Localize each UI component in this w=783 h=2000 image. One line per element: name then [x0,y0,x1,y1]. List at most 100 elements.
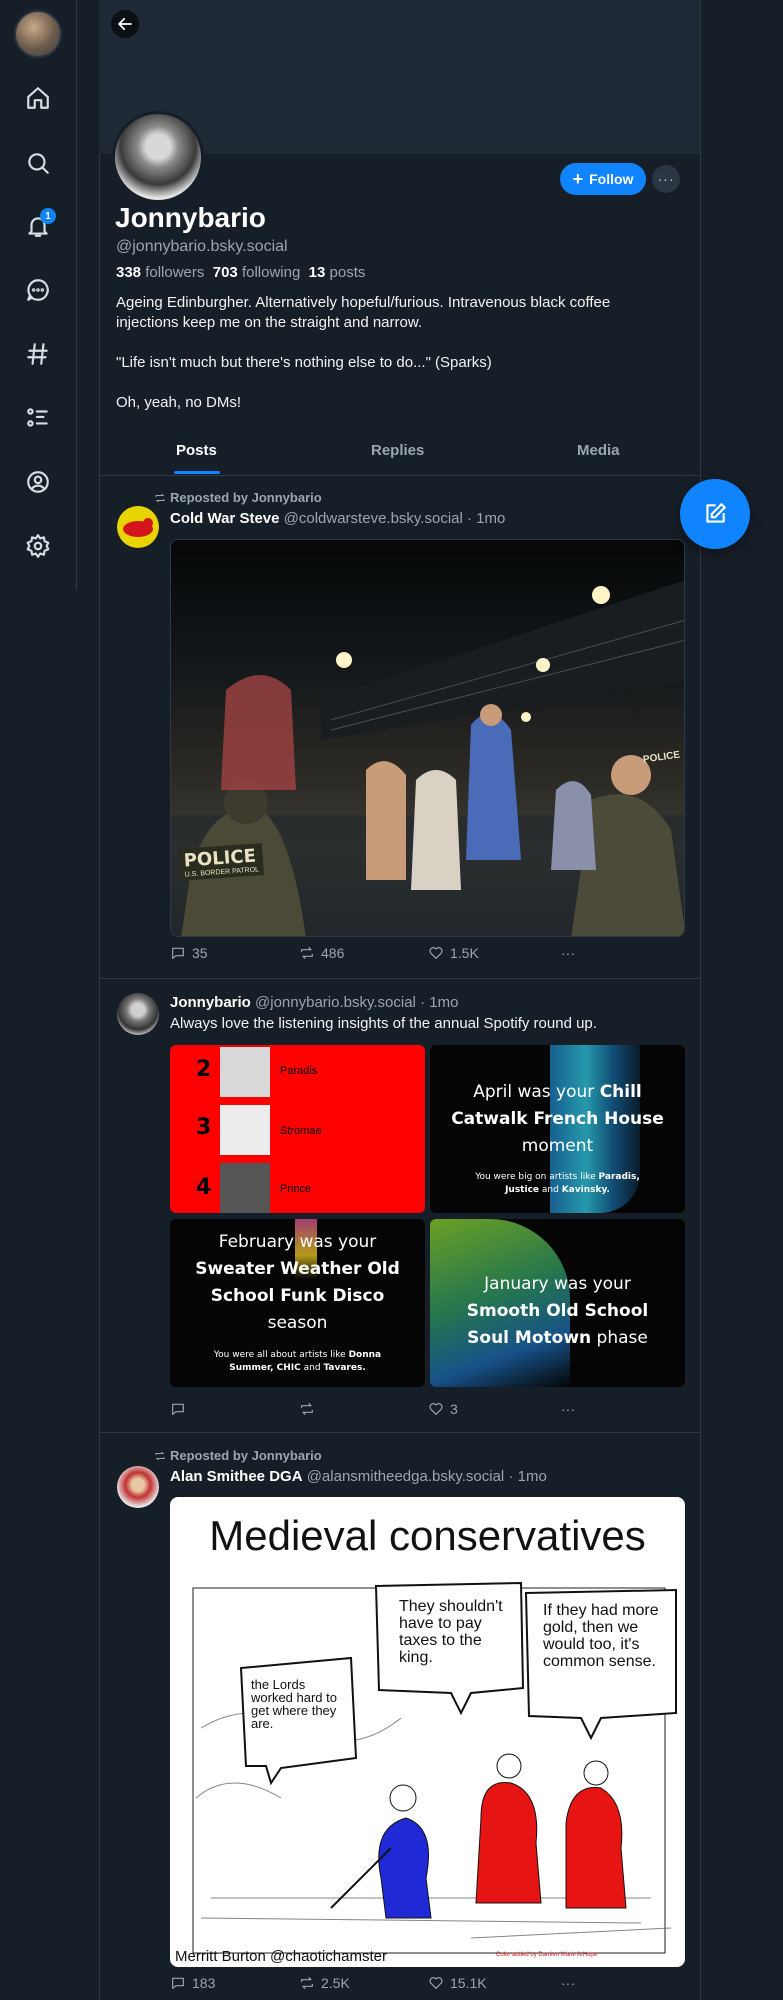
post-time[interactable]: · 1mo [467,510,505,527]
hashtag-icon[interactable] [22,338,54,370]
post-actions: 183 2.5K 15.1K ··· [170,1975,590,1995]
post-author-name[interactable]: Alan Smithee DGA [170,1468,303,1485]
followers-label[interactable]: followers [145,264,204,281]
spotify-tile-april[interactable]: April was your Chill Catwalk French Hous… [430,1045,685,1213]
post-more-button[interactable]: ··· [561,1401,575,1417]
chat-icon[interactable] [22,274,54,306]
album-thumb [220,1047,270,1097]
post-image[interactable]: Medieval conservatives the Lords worked … [170,1497,685,1967]
follow-button[interactable]: + Follow [560,163,646,195]
profile-tabs: Posts Replies Media [99,434,700,476]
ellipsis-icon: ··· [561,1975,575,1991]
bear-logo-icon [123,518,153,537]
repost-button[interactable] [299,1401,321,1417]
like-button[interactable]: 1.5K [428,945,479,961]
album-thumb [220,1163,270,1213]
tab-active-indicator [174,471,220,474]
profile-bio: Ageing Edinburgher. Alternatively hopefu… [116,293,676,433]
like-button[interactable]: 15.1K [428,1975,487,1991]
compose-icon [706,503,726,523]
notification-badge: 1 [40,208,56,224]
display-name: Jonnybario [115,202,266,233]
tab-posts[interactable]: Posts [176,442,217,459]
feed-post[interactable]: Reposted by Jonnybario Alan Smithee DGA … [99,1432,700,2000]
feed-post[interactable]: Reposted by Jonnybario Cold War Steve @c… [99,476,700,978]
tab-replies[interactable]: Replies [371,442,424,459]
post-actions: 35 486 1.5K ··· [170,945,590,965]
profile-more-button[interactable]: ··· [652,165,680,193]
reply-button[interactable] [170,1401,192,1417]
spotify-tile-february[interactable]: February was your Sweater Weather Old Sc… [170,1219,425,1387]
post-author-avatar[interactable] [117,1466,159,1508]
search-icon[interactable] [22,147,54,179]
profile-icon[interactable] [22,466,54,498]
heart-icon [429,1403,443,1415]
following-count[interactable]: 703 [213,264,238,281]
reply-button[interactable]: 35 [170,945,208,961]
following-label[interactable]: following [242,264,300,281]
post-header: Alan Smithee DGA @alansmitheedga.bsky.so… [170,1468,547,1485]
post-author-handle[interactable]: @alansmitheedga.bsky.social [307,1468,505,1485]
user-avatar[interactable] [14,10,62,58]
post-author-handle[interactable]: @coldwarsteve.bsky.social [284,510,463,527]
repost-button[interactable]: 2.5K [299,1975,350,1991]
post-header: Jonnybario @jonnybario.bsky.social · 1mo [170,994,458,1011]
reply-button[interactable]: 183 [170,1975,215,1991]
spotify-tile-ranks[interactable]: 2 Paradis 3 Stromae 4 Prince [170,1045,425,1213]
bio-line: Oh, yeah, no DMs! [116,394,242,411]
feed-post[interactable]: Jonnybario @jonnybario.bsky.social · 1mo… [99,978,700,1432]
heart-icon [429,1977,443,1989]
image-scene [171,580,684,936]
post-author-name[interactable]: Cold War Steve [170,510,279,527]
repost-indicator: Reposted by Jonnybario [154,490,322,505]
rank-number: 4 [196,1175,212,1200]
feed-right-border [700,0,701,2000]
post-more-button[interactable]: ··· [561,1975,575,1991]
followers-count[interactable]: 338 [116,264,141,281]
back-button[interactable] [111,10,139,38]
post-author-avatar[interactable] [117,506,159,548]
rank-number: 2 [196,1057,212,1082]
sidebar: 1 [0,0,76,590]
album-thumb [220,1105,270,1155]
settings-icon[interactable] [22,530,54,562]
profile-avatar[interactable] [112,111,204,203]
repost-icon [301,947,313,959]
ellipsis-icon: ··· [561,1401,575,1417]
reply-icon [172,1977,184,1989]
reply-icon [172,1403,184,1415]
rank-artist: Stromae [280,1125,322,1137]
post-time[interactable]: · 1mo [420,994,458,1011]
repost-button[interactable]: 486 [299,945,344,961]
post-image[interactable]: POLICE U.S. BORDER PATROL POLICE [170,539,685,937]
lists-icon[interactable] [22,402,54,434]
post-header: Cold War Steve @coldwarsteve.bsky.social… [170,510,505,527]
reply-icon [172,947,184,959]
like-button[interactable]: 3 [428,1401,458,1417]
posts-label: posts [329,264,366,281]
arrow-left-icon [118,17,132,31]
home-icon[interactable] [22,82,54,114]
post-more-button[interactable]: ··· [561,945,575,961]
police-badge: POLICE U.S. BORDER PATROL [177,843,265,881]
rank-artist: Paradis [280,1065,318,1077]
plus-icon: + [572,169,584,189]
bio-line: "Life isn't much but there's nothing els… [116,354,492,371]
bio-line: Ageing Edinburgher. Alternatively hopefu… [116,294,611,331]
compose-button[interactable] [680,479,750,549]
post-author-name[interactable]: Jonnybario [170,994,251,1011]
profile-stats: 338 followers 703 following 13 posts [116,264,365,281]
speech-bubble-2: They shouldn't have to pay taxes to the … [399,1598,503,1666]
ellipsis-icon: ··· [561,945,575,961]
rank-number: 3 [196,1115,212,1140]
heart-icon [429,947,443,959]
color-credit: Color added by Damien Marie AtHope [496,1952,598,1958]
profile-handle: @jonnybario.bsky.social [116,238,288,255]
notifications-icon[interactable]: 1 [22,208,56,242]
post-author-handle[interactable]: @jonnybario.bsky.social [255,994,416,1011]
post-time[interactable]: · 1mo [508,1468,546,1485]
post-author-avatar[interactable] [117,993,159,1035]
spotify-tile-january[interactable]: January was your Smooth Old School Soul … [430,1219,685,1387]
post-actions: 3 ··· [170,1401,590,1421]
tab-media[interactable]: Media [577,442,620,459]
